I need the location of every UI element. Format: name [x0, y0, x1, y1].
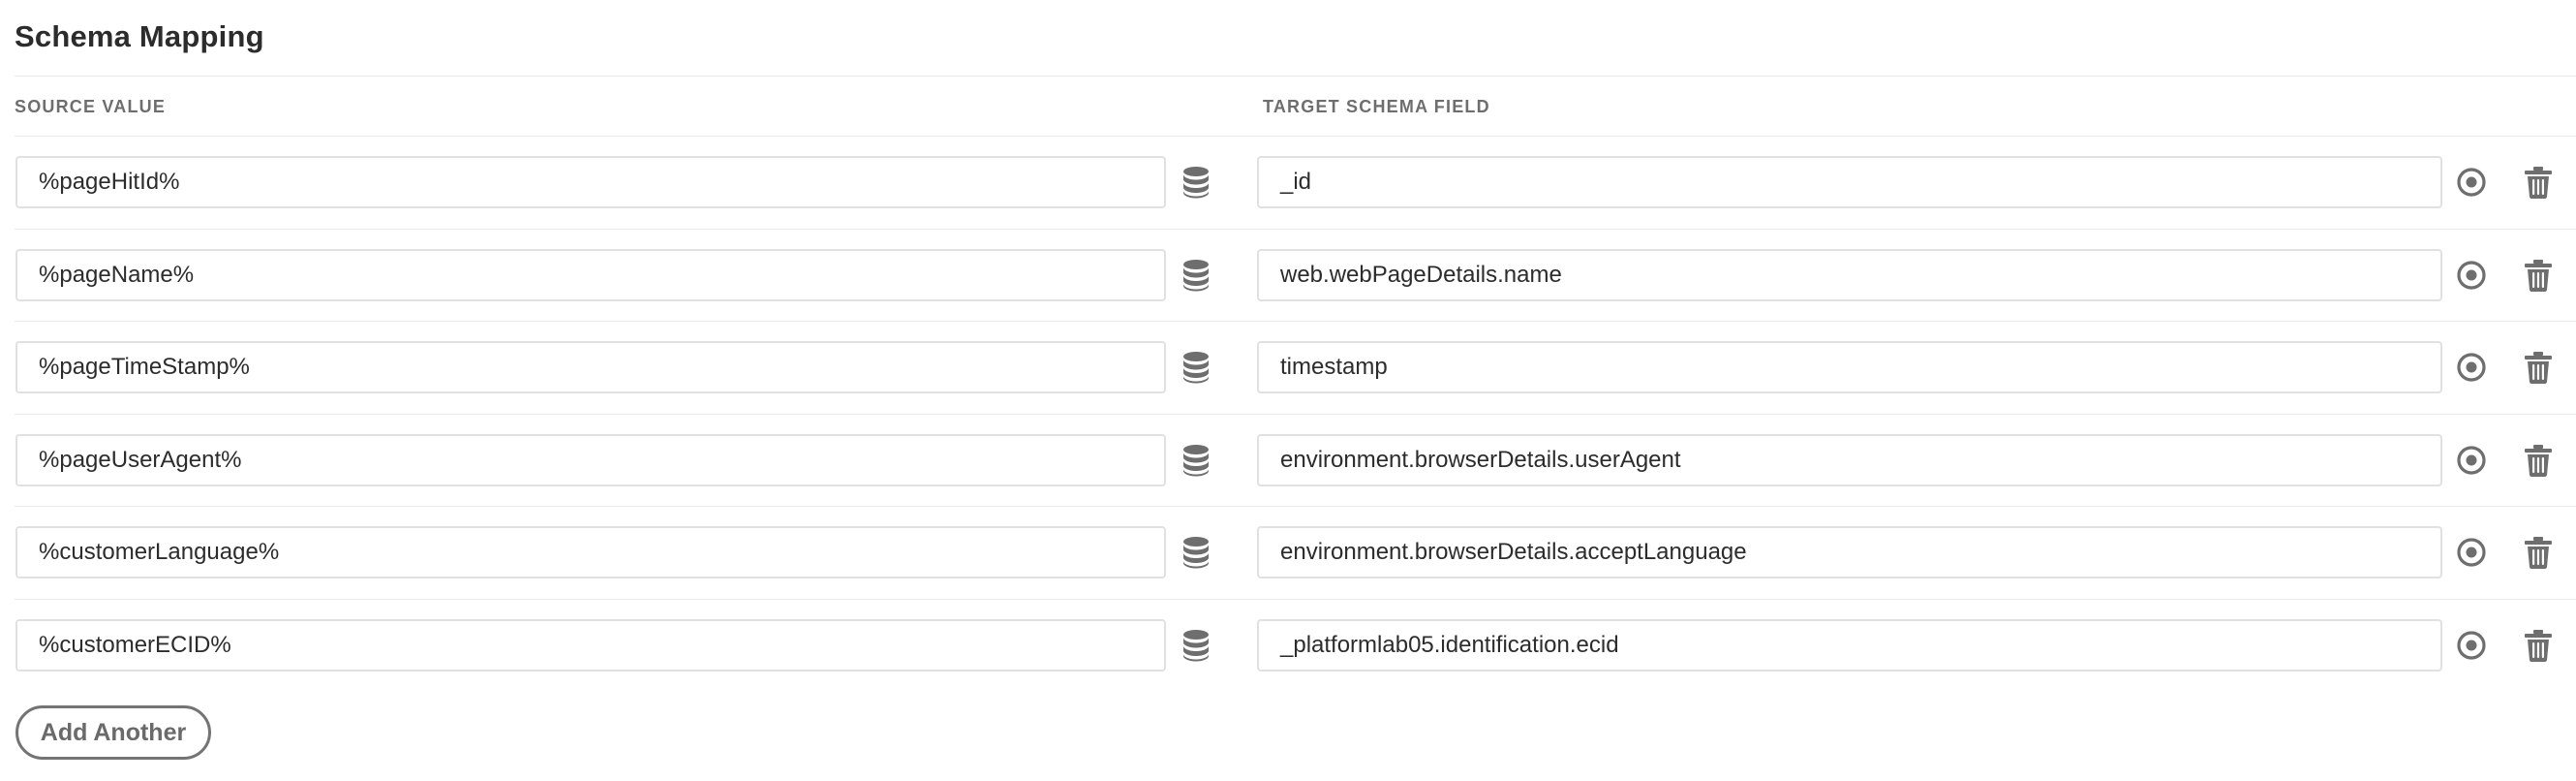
source-value-input[interactable]: %pageTimeStamp%: [15, 341, 1166, 393]
trash-icon[interactable]: [2520, 627, 2557, 664]
trash-icon[interactable]: [2520, 257, 2557, 294]
database-icon[interactable]: [1178, 349, 1214, 386]
row-divider: [15, 506, 2576, 507]
mapping-row: %pageUserAgent% environment.browserDetai…: [0, 415, 2576, 508]
database-icon[interactable]: [1178, 627, 1214, 664]
source-value-input[interactable]: %customerLanguage%: [15, 526, 1166, 578]
target-icon[interactable]: [2453, 534, 2490, 571]
trash-icon[interactable]: [2520, 349, 2557, 386]
row-divider: [15, 414, 2576, 415]
target-icon[interactable]: [2453, 627, 2490, 664]
mapping-row: %pageName% web.webPageDetails.name: [0, 230, 2576, 323]
source-value-column-header: SOURCE VALUE: [15, 97, 167, 116]
mapping-row: %customerLanguage% environment.browserDe…: [0, 507, 2576, 600]
row-divider: [15, 229, 2576, 230]
target-icon[interactable]: [2453, 349, 2490, 386]
add-another-button[interactable]: Add Another: [15, 705, 211, 760]
target-schema-field-input[interactable]: environment.browserDetails.acceptLanguag…: [1257, 526, 2442, 578]
target-schema-field-input[interactable]: environment.browserDetails.userAgent: [1257, 433, 2442, 486]
divider: [15, 76, 2576, 77]
database-icon[interactable]: [1178, 164, 1214, 201]
database-icon[interactable]: [1178, 534, 1214, 571]
target-icon[interactable]: [2453, 257, 2490, 294]
database-icon[interactable]: [1178, 257, 1214, 294]
target-icon[interactable]: [2453, 442, 2490, 479]
mapping-row: %pageTimeStamp% timestamp: [0, 322, 2576, 415]
page-title: Schema Mapping: [15, 19, 264, 53]
source-value-input[interactable]: %pageUserAgent%: [15, 433, 1166, 486]
trash-icon[interactable]: [2520, 442, 2557, 479]
source-value-input[interactable]: %customerECID%: [15, 618, 1166, 672]
target-schema-field-input[interactable]: _platformlab05.identification.ecid: [1257, 618, 2442, 672]
row-divider: [15, 321, 2576, 322]
target-schema-field-column-header: TARGET SCHEMA FIELD: [1263, 97, 1490, 116]
mapping-row: %customerECID% _platformlab05.identifica…: [0, 600, 2576, 693]
trash-icon[interactable]: [2520, 164, 2557, 201]
row-divider: [15, 599, 2576, 600]
target-schema-field-input[interactable]: web.webPageDetails.name: [1257, 248, 2442, 301]
mapping-row: %pageHitId% _id: [0, 137, 2576, 230]
database-icon[interactable]: [1178, 442, 1214, 479]
target-schema-field-input[interactable]: timestamp: [1257, 341, 2442, 393]
source-value-input[interactable]: %pageHitId%: [15, 156, 1166, 208]
source-value-input[interactable]: %pageName%: [15, 248, 1166, 301]
trash-icon[interactable]: [2520, 534, 2557, 571]
target-schema-field-input[interactable]: _id: [1257, 156, 2442, 208]
target-icon[interactable]: [2453, 164, 2490, 201]
